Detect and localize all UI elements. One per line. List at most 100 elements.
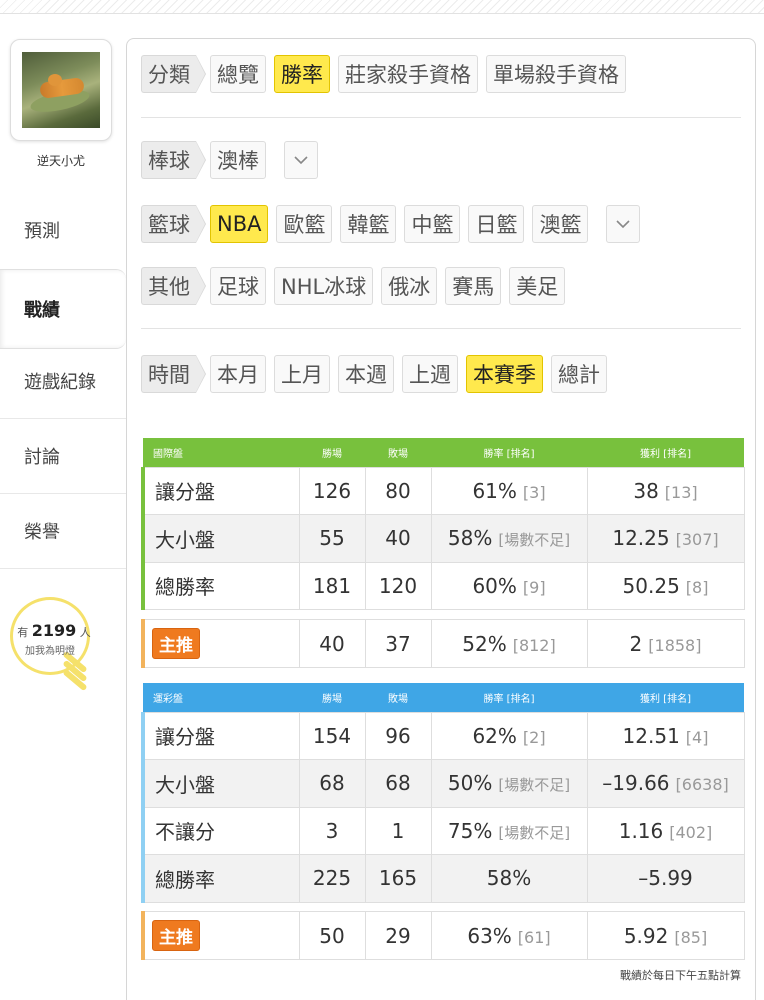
table-row: 讓分盤 154 96 62% [2] 12.51 [4]: [141, 711, 745, 760]
col-header-win-rate: 勝率 [排名]: [431, 438, 587, 467]
chip-this-week[interactable]: 本週: [338, 355, 394, 393]
chip-japanese-basketball[interactable]: 日籃: [468, 205, 525, 243]
sidebar: 逆天小尤 預測 戰績 遊戲紀錄 討論 榮譽 有 2199 人 加我為明燈: [0, 14, 126, 1000]
chip-euro-basketball[interactable]: 歐籃: [276, 205, 333, 243]
win-rate: 63%: [467, 923, 512, 948]
profit-rank: [307]: [675, 530, 719, 550]
fans-count: 2199: [31, 621, 77, 640]
category-filter-row: 分類 總覽 勝率 莊家殺手資格 單場殺手資格: [141, 55, 634, 93]
win-rate-cell: 50% [場數不足]: [430, 759, 588, 808]
category-filter-label: 分類: [141, 55, 206, 93]
loss-count: 1: [364, 806, 432, 855]
col-header-wins: 勝場: [299, 683, 365, 712]
profit-cell: 50.25 [8]: [586, 561, 745, 610]
tab-single-game-killer[interactable]: 單場殺手資格: [486, 55, 626, 93]
baseball-expand-button[interactable]: [284, 141, 318, 179]
win-rate: 62%: [472, 723, 517, 748]
row-label: 總勝率: [141, 854, 300, 903]
fans-lightbulb-badge[interactable]: 有 2199 人 加我為明燈: [6, 597, 96, 692]
basketball-filter-label: 籃球: [141, 205, 206, 243]
chip-australian-baseball[interactable]: 澳棒: [210, 141, 266, 179]
avatar-caterpillar-head-shape: [48, 74, 62, 86]
table-row: 讓分盤 126 80 61% [3] 38 [13]: [141, 466, 745, 515]
win-rate-cell: 75% [場數不足]: [430, 806, 588, 855]
win-rate-cell: 52% [812]: [430, 619, 588, 668]
win-rate: 60%: [472, 573, 517, 598]
chip-australian-basketball[interactable]: 澳籃: [532, 205, 589, 243]
sports-lottery-table: 運彩盤 勝場 敗場 勝率 [排名] 獲利 [排名] 讓分盤 154 96 62%…: [141, 683, 745, 903]
col-header-profit: 獲利 [排名]: [587, 438, 744, 467]
win-rate: 75%: [447, 818, 493, 843]
tab-win-rate[interactable]: 勝率: [274, 55, 330, 93]
star-pick-row: 主推 50 29 63% [61] 5.92 [85]: [141, 911, 745, 960]
star-pick-label-cell: 主推: [141, 619, 300, 668]
basketball-expand-button[interactable]: [606, 205, 641, 243]
baseball-filter-label: 棒球: [141, 141, 206, 179]
chip-russian-hockey[interactable]: 俄冰: [381, 267, 438, 305]
chip-this-season[interactable]: 本賽季: [466, 355, 543, 393]
star-pick-row: 主推 40 37 52% [812] 2 [1858]: [141, 619, 745, 668]
chip-soccer[interactable]: 足球: [210, 267, 266, 305]
profit-cell: –19.66 [6638]: [586, 759, 745, 808]
profit-rank: [1858]: [648, 635, 702, 655]
sidebar-item-record[interactable]: 戰績: [0, 269, 126, 349]
main-panel: 分類 總覽 勝率 莊家殺手資格 單場殺手資格 棒球 澳棒 籃球 NBA 歐籃 韓…: [126, 38, 756, 1000]
chip-horse-racing[interactable]: 賽馬: [445, 267, 502, 305]
profit: 12.25: [612, 526, 670, 551]
profit: 5.92: [623, 923, 669, 948]
sidebar-item-predict[interactable]: 預測: [0, 192, 126, 267]
lightbulb-base-icon: [61, 650, 89, 692]
win-rate-rank: [場數不足]: [498, 531, 571, 550]
chip-american-football[interactable]: 美足: [509, 267, 566, 305]
row-label: 不讓分: [141, 806, 300, 855]
chip-nba[interactable]: NBA: [210, 205, 269, 243]
chevron-down-icon: [294, 156, 308, 165]
sidebar-item-game-log[interactable]: 遊戲紀錄: [0, 344, 126, 419]
row-label: 讓分盤: [141, 711, 300, 760]
chip-last-week[interactable]: 上週: [402, 355, 458, 393]
avatar-frame[interactable]: [10, 39, 112, 141]
col-header-losses: 敗場: [365, 683, 431, 712]
profit: –5.99: [638, 866, 693, 891]
win-count: 181: [298, 561, 366, 610]
profit-cell: 1.16 [402]: [586, 806, 745, 855]
chip-nhl-hockey[interactable]: NHL冰球: [274, 267, 374, 305]
profit-cell: 38 [13]: [586, 466, 745, 515]
tab-banker-killer[interactable]: 莊家殺手資格: [338, 55, 478, 93]
sidebar-item-discuss[interactable]: 討論: [0, 419, 126, 494]
intl-odds-table: 國際盤 勝場 敗場 勝率 [排名] 獲利 [排名] 讓分盤 126 80 61%…: [141, 438, 745, 610]
loss-count: 37: [364, 619, 432, 668]
sidebar-item-honor[interactable]: 榮譽: [0, 494, 126, 569]
win-rate-rank: [2]: [522, 727, 546, 747]
table-row: 不讓分 3 1 75% [場數不足] 1.16 [402]: [141, 806, 745, 855]
fans-prefix: 有: [17, 626, 29, 639]
table-row: 大小盤 55 40 58% [場數不足] 12.25 [307]: [141, 514, 745, 563]
fans-caption: 加我為明燈: [25, 646, 75, 657]
table-row: 總勝率 181 120 60% [9] 50.25 [8]: [141, 561, 745, 610]
win-rate-cell: 60% [9]: [430, 561, 588, 610]
tab-overview[interactable]: 總覽: [210, 55, 266, 93]
profit-rank: [4]: [685, 727, 709, 747]
win-rate-cell: 58% [場數不足]: [430, 514, 588, 563]
loss-count: 40: [364, 514, 432, 563]
row-label: 總勝率: [141, 561, 300, 610]
intl-star-pick-table: 主推 40 37 52% [812] 2 [1858]: [141, 619, 745, 668]
star-pick-badge: 主推: [152, 920, 200, 951]
chip-last-month[interactable]: 上月: [274, 355, 330, 393]
chip-all-time[interactable]: 總計: [551, 355, 607, 393]
profit: 12.51: [622, 723, 680, 748]
avatar[interactable]: [22, 52, 100, 128]
username: 逆天小尤: [36, 154, 85, 168]
win-rate-rank: [812]: [512, 635, 556, 655]
win-rate: 58%: [447, 526, 493, 551]
chip-this-month[interactable]: 本月: [210, 355, 266, 393]
win-rate-rank: [場數不足]: [498, 823, 571, 842]
win-rate-cell: 62% [2]: [430, 711, 588, 760]
profit-rank: [13]: [664, 482, 698, 502]
chip-korean-basketball[interactable]: 韓籃: [340, 205, 397, 243]
chip-chinese-basketball[interactable]: 中籃: [404, 205, 461, 243]
chevron-down-icon: [616, 220, 631, 229]
win-count: 50: [298, 911, 366, 960]
loss-count: 68: [364, 759, 432, 808]
table-header-row: 運彩盤 勝場 敗場 勝率 [排名] 獲利 [排名]: [143, 683, 744, 712]
